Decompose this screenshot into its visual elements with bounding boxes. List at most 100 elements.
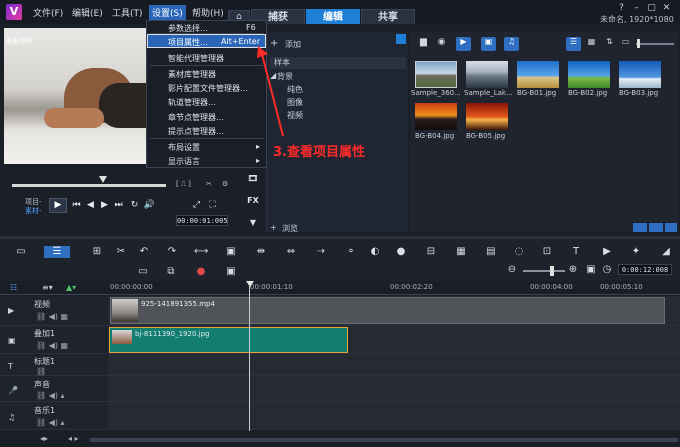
fx-icon[interactable]: ✦ bbox=[629, 246, 643, 258]
end-button[interactable]: ⏭ bbox=[112, 199, 125, 211]
track-lane-title[interactable] bbox=[108, 354, 680, 376]
mask-icon[interactable]: ◐ bbox=[368, 246, 382, 258]
multicam-icon[interactable]: ▦ bbox=[454, 246, 468, 258]
stabilize-icon[interactable]: ⊡ bbox=[540, 246, 554, 258]
play-button[interactable]: ▶ bbox=[49, 198, 67, 213]
scroll-start-icon[interactable]: ◂▸ bbox=[40, 434, 48, 443]
help-icon[interactable]: ? bbox=[616, 4, 627, 13]
scrub-handle[interactable] bbox=[99, 176, 107, 183]
maximize-icon[interactable]: ▢ bbox=[646, 4, 657, 13]
add-track-icon[interactable]: ⊞ bbox=[90, 246, 104, 258]
options-icon-2[interactable] bbox=[649, 223, 663, 232]
thumb-b01[interactable] bbox=[517, 61, 559, 88]
project-duration[interactable]: 0:00:12:008 bbox=[618, 264, 672, 275]
zoom-handle[interactable] bbox=[550, 266, 554, 276]
track-link-icon[interactable]: ⛓ ◀) ▦ bbox=[36, 341, 68, 350]
list-view-icon[interactable]: ☰ bbox=[566, 37, 581, 51]
playhead-handle[interactable] bbox=[246, 281, 254, 287]
zoom-out-icon[interactable]: ⊖ bbox=[505, 264, 519, 276]
thumb-size-slider[interactable] bbox=[636, 43, 674, 45]
split-clip-icon[interactable]: ✂ bbox=[206, 180, 212, 188]
title-3d-icon[interactable]: T bbox=[569, 246, 583, 258]
track-link-icon[interactable]: ⛓ ◀) ▴ bbox=[36, 418, 65, 427]
trim-brackets-icon[interactable]: [ ⎍ ] bbox=[176, 180, 191, 189]
clock-icon[interactable]: ◷ bbox=[600, 264, 614, 276]
split-icon[interactable]: ⟷ bbox=[194, 246, 208, 258]
thumb-360[interactable] bbox=[415, 61, 457, 88]
tools-icon[interactable]: ✂ bbox=[114, 246, 128, 258]
thumb-size-icon[interactable]: ▭ bbox=[618, 37, 633, 51]
thumb-b05[interactable] bbox=[466, 103, 508, 130]
more-chevron-icon[interactable]: ▼ bbox=[244, 218, 262, 227]
enlarge-icon[interactable]: ⤢ bbox=[190, 199, 203, 211]
repeat-button[interactable]: ↻ bbox=[128, 199, 141, 211]
thumb-lake[interactable] bbox=[466, 61, 508, 88]
zoom-slider[interactable] bbox=[523, 270, 565, 272]
fit-icon[interactable]: ⇹ bbox=[254, 246, 268, 258]
subtitle-icon[interactable]: ▤ bbox=[484, 246, 498, 258]
record-icon[interactable]: ⚬ bbox=[344, 246, 358, 258]
menu-item-chapter-manager[interactable]: 章节点管理器... bbox=[168, 112, 224, 123]
track-lane-voice[interactable] bbox=[108, 376, 680, 402]
timeline-view-icon[interactable]: ☰ bbox=[44, 246, 70, 258]
grid-view-icon[interactable]: ▦ bbox=[584, 37, 599, 51]
fit-project-icon[interactable]: ▣ bbox=[584, 264, 598, 276]
menu-tools[interactable]: 工具(T) bbox=[112, 6, 143, 19]
speed-icon[interactable]: ◢ bbox=[659, 246, 673, 258]
settings-tool-icon[interactable]: ⚙ bbox=[222, 180, 228, 188]
overlay-clip[interactable]: bj-8111390_1920.jpg bbox=[109, 327, 348, 353]
tree-root[interactable]: 样本 bbox=[270, 57, 406, 69]
sort-icon[interactable]: ⇅ bbox=[602, 37, 617, 51]
minimize-icon[interactable]: – bbox=[631, 4, 642, 13]
filter-audio-icon[interactable]: ♫ bbox=[504, 37, 519, 51]
transition-icon[interactable]: ⇢ bbox=[314, 246, 328, 258]
menu-item-language[interactable]: 显示语言 bbox=[168, 156, 200, 167]
track-link-icon[interactable]: ⛓ ◀) ▴ bbox=[36, 391, 65, 400]
undo-icon[interactable]: ↶ bbox=[137, 246, 151, 258]
volume-button[interactable]: 🔊 bbox=[143, 199, 156, 211]
preview-timecode[interactable]: 00:00:01:005 bbox=[176, 215, 228, 226]
timeline-ruler[interactable] bbox=[0, 281, 680, 295]
snapshot-icon[interactable]: ▣ bbox=[224, 266, 238, 278]
menu-item-cue-manager[interactable]: 提示点管理器... bbox=[168, 126, 224, 137]
folder-icon[interactable]: ▆ bbox=[416, 37, 431, 51]
filter-image-icon[interactable]: ▣ bbox=[481, 37, 496, 51]
close-icon[interactable]: ✕ bbox=[661, 4, 672, 13]
track-lane-music[interactable] bbox=[108, 402, 680, 430]
tracking-icon[interactable]: ◌ bbox=[512, 246, 526, 258]
mode-clip[interactable]: 素材- bbox=[25, 206, 42, 216]
import-icon[interactable]: ◉ bbox=[434, 37, 449, 51]
browse-icon[interactable]: + bbox=[270, 223, 277, 232]
menu-item-profile-manager[interactable]: 影片配置文件管理器... bbox=[168, 83, 248, 94]
scrub-bar[interactable] bbox=[12, 184, 166, 187]
menu-edit[interactable]: 编辑(E) bbox=[72, 6, 103, 19]
track-link-icon[interactable]: ⛓ bbox=[36, 367, 46, 376]
options-icon[interactable] bbox=[633, 223, 647, 232]
chapter-icon[interactable]: ≡▾ bbox=[42, 283, 56, 293]
tab-edit[interactable]: 编辑 bbox=[306, 9, 360, 24]
media-icon[interactable]: 🎞 bbox=[244, 174, 262, 183]
track-link-icon[interactable]: ⛓ ◀) ▦ bbox=[36, 312, 68, 321]
timeline-scrollbar[interactable] bbox=[90, 438, 678, 442]
menu-item-track-manager[interactable]: 轨道管理器... bbox=[168, 97, 216, 108]
menu-help[interactable]: 帮助(H) bbox=[192, 6, 224, 19]
track-header-video[interactable] bbox=[0, 296, 108, 326]
thumb-b03[interactable] bbox=[619, 61, 661, 88]
redo-icon[interactable]: ↷ bbox=[165, 246, 179, 258]
image-icon[interactable]: ▣ bbox=[224, 246, 238, 258]
motion-icon[interactable]: ⇔ bbox=[284, 246, 298, 258]
thumb-size-handle[interactable] bbox=[637, 39, 640, 48]
video-clip[interactable]: 925-141891355.mp4 bbox=[110, 297, 665, 324]
menu-file[interactable]: 文件(F) bbox=[33, 6, 63, 19]
next-frame-button[interactable]: ▶ bbox=[98, 199, 111, 211]
menu-settings[interactable]: 设置(S) bbox=[149, 5, 186, 20]
thumb-b02[interactable] bbox=[568, 61, 610, 88]
audio-mixer-icon[interactable]: ⊟ bbox=[424, 246, 438, 258]
home-button[interactable]: ⏮ bbox=[70, 199, 83, 211]
track-manager-icon[interactable]: ☷ bbox=[10, 283, 24, 293]
fx-button[interactable]: FX bbox=[244, 196, 262, 205]
color-icon[interactable]: ● bbox=[394, 246, 408, 258]
playhead-line[interactable] bbox=[249, 286, 250, 431]
menu-item-library-manager[interactable]: 素材库管理器 bbox=[168, 69, 216, 80]
zoom-in-icon[interactable]: ⊕ bbox=[566, 264, 580, 276]
